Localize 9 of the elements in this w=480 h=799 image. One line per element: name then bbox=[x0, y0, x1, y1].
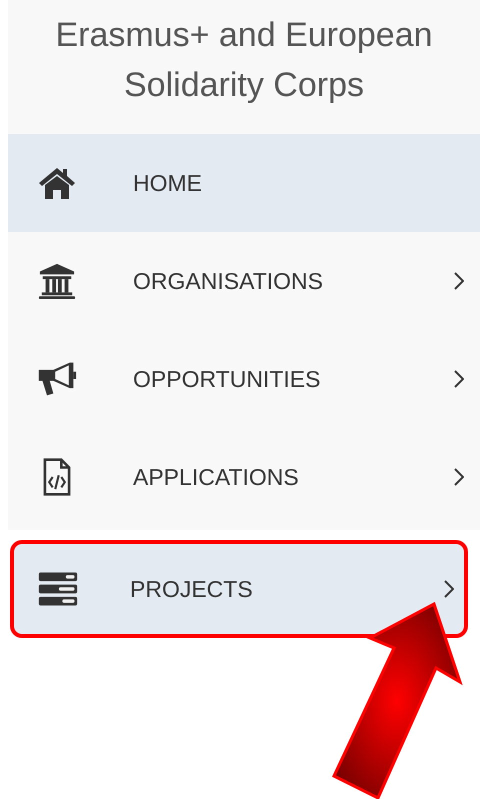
menu-item[interactable]: APPLICATIONS bbox=[8, 428, 480, 526]
menu-item[interactable]: HOME bbox=[8, 134, 480, 232]
server-stack-icon bbox=[38, 570, 78, 608]
sidebar-title: Erasmus+ and European Solidarity Corps bbox=[54, 15, 434, 106]
menu-item[interactable]: ORGANISATIONS bbox=[8, 232, 480, 330]
bank-icon bbox=[36, 262, 76, 300]
megaphone-icon bbox=[36, 360, 76, 398]
menu-item[interactable]: PROJECTS bbox=[10, 540, 468, 638]
menu-item[interactable]: OPPORTUNITIES bbox=[8, 330, 480, 428]
